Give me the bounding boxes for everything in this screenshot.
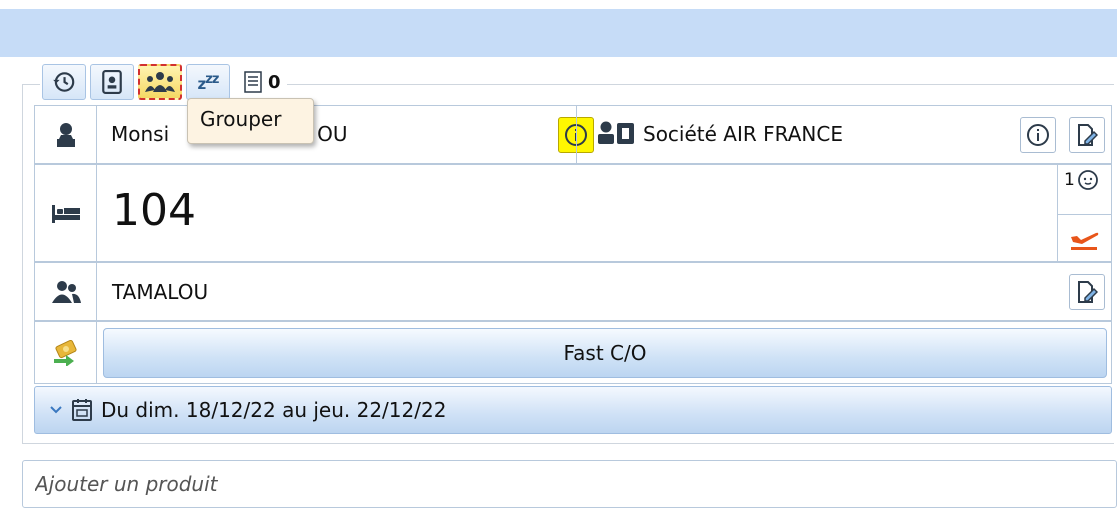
group-icon-cell — [35, 263, 97, 320]
guest-card-button[interactable] — [90, 64, 134, 100]
header-bar — [0, 9, 1117, 57]
fast-checkout-row: Fast C/O — [34, 321, 1112, 384]
pax-count-indicator[interactable]: 1 — [1064, 169, 1099, 191]
company-name[interactable]: Société AIR FRANCE — [643, 122, 843, 146]
id-card-icon — [102, 70, 122, 94]
history-icon — [53, 72, 75, 92]
history-button[interactable] — [42, 64, 86, 100]
stay-dates: Du dim. 18/12/22 au jeu. 22/12/22 — [101, 398, 447, 422]
stay-dates-bar[interactable]: Du dim. 18/12/22 au jeu. 22/12/22 — [34, 386, 1112, 434]
edit-document-icon — [1078, 124, 1098, 146]
notes-count: 0 — [268, 71, 281, 93]
baby-face-icon — [1077, 170, 1098, 190]
info-icon — [1027, 124, 1049, 146]
room-number[interactable]: 104 — [112, 185, 196, 236]
person-icon — [56, 122, 75, 147]
sleep-icon: zzz — [197, 71, 220, 93]
side-divider — [1058, 214, 1111, 215]
chevron-down-icon[interactable] — [49, 405, 63, 415]
booking-toolbar: zzz 0 — [40, 62, 287, 102]
group-tooltip: Grouper — [187, 98, 314, 144]
room-row: 104 1 — [34, 164, 1112, 262]
bed-icon — [51, 205, 80, 223]
company-info-button[interactable] — [1020, 117, 1056, 153]
money-arrow-icon — [53, 339, 77, 366]
people-icon — [51, 280, 81, 303]
group-row: TAMALOU — [34, 262, 1112, 321]
group-button[interactable] — [138, 64, 182, 100]
pax-count: 1 — [1064, 170, 1075, 190]
company-edit-button[interactable] — [1069, 117, 1105, 153]
calendar-icon — [72, 399, 92, 421]
checkout-icon-cell — [35, 322, 97, 383]
group-icon — [145, 72, 175, 92]
company-icon — [598, 121, 634, 144]
room-side-panel: 1 — [1057, 165, 1111, 261]
add-product-input[interactable] — [22, 460, 1117, 508]
fast-checkout-button[interactable]: Fast C/O — [103, 328, 1107, 378]
group-name[interactable]: TAMALOU — [112, 280, 208, 304]
group-edit-button[interactable] — [1069, 274, 1105, 310]
guest-icon-cell — [35, 106, 97, 163]
edit-document-icon — [1078, 281, 1098, 303]
sleep-button[interactable]: zzz — [186, 64, 230, 100]
notes-indicator[interactable]: 0 — [244, 71, 281, 93]
departure-icon[interactable] — [1068, 221, 1100, 253]
document-icon — [244, 71, 262, 93]
room-icon-cell — [35, 165, 97, 261]
guest-company-divider — [576, 106, 577, 163]
